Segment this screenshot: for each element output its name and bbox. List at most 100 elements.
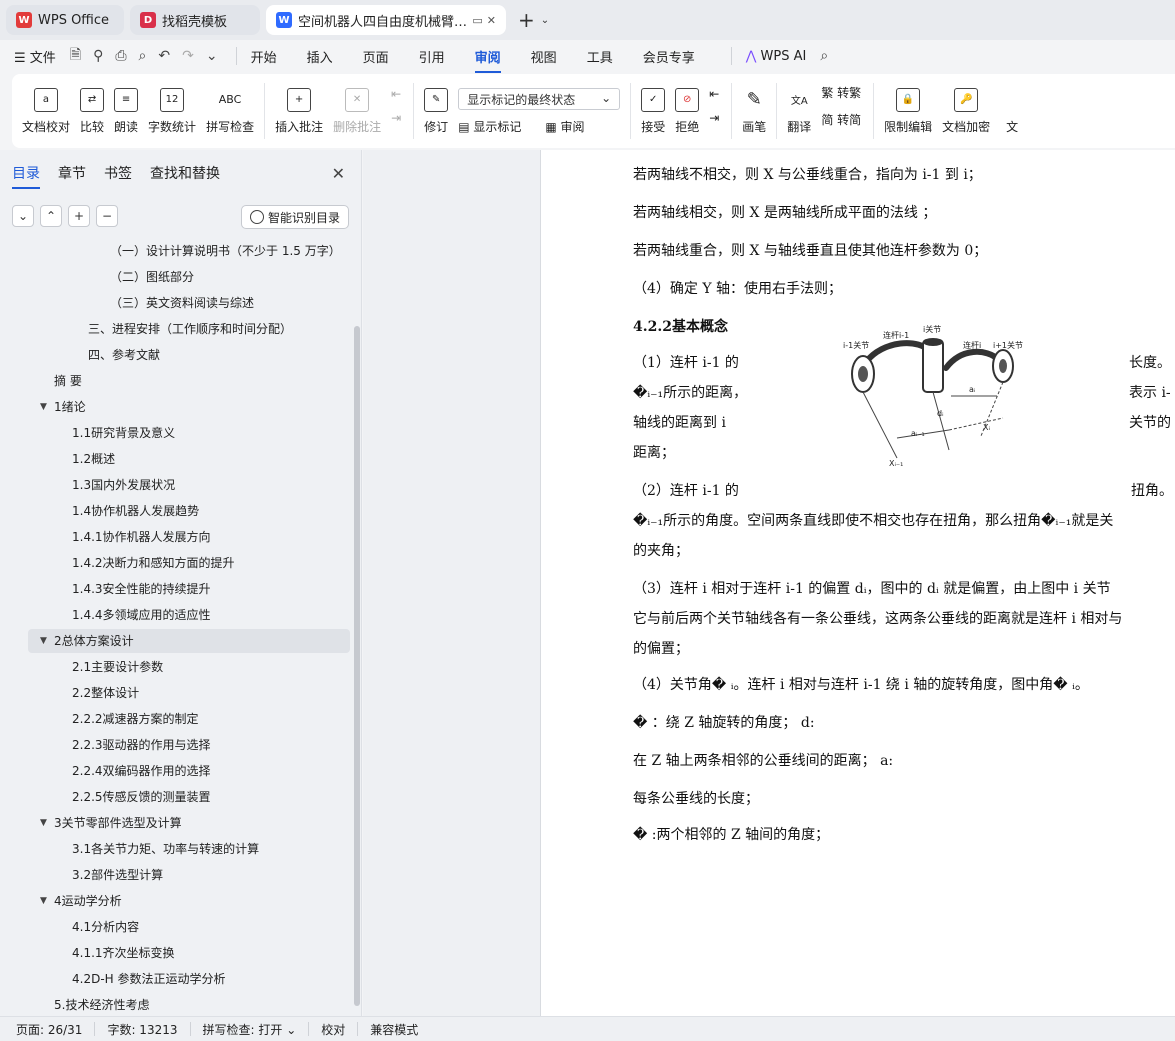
toc-item[interactable]: （三）英文资料阅读与综述	[110, 290, 254, 316]
toc-item[interactable]: 1.4.4多领域应用的适应性	[72, 602, 211, 628]
expand-chevron-up-icon[interactable]: ⌃	[40, 205, 62, 227]
restrict-edit-button[interactable]: 🔒 限制编辑	[884, 87, 932, 135]
display-mode-select[interactable]: 显示标记的最终状态 ⌄	[458, 87, 621, 110]
expand-triangle-icon[interactable]: ▼	[40, 810, 47, 836]
menu-tab-insert[interactable]: 插入	[307, 47, 333, 66]
toc-item[interactable]: （一）设计计算说明书（不少于 1.5 万字）	[110, 238, 341, 264]
toc-item[interactable]: ▼ 3关节零部件选型及计算	[40, 810, 182, 836]
reject-button[interactable]: ⊘ 拒绝	[675, 87, 699, 135]
tab-find-replace[interactable]: 查找和替换	[150, 163, 220, 183]
toc-item[interactable]: 2.1主要设计参数	[72, 654, 163, 680]
tab-bookmarks[interactable]: 书签	[104, 163, 132, 183]
tab-document[interactable]: W 空间机器人四自由度机械臂的设计 ▭ ✕	[266, 5, 506, 35]
toc-item[interactable]: 1.2概述	[72, 446, 115, 472]
toc-item[interactable]: 3.1各关节力矩、功率与转速的计算	[72, 836, 259, 862]
to-traditional-button[interactable]: 繁 转繁	[821, 84, 861, 101]
menu-tab-page[interactable]: 页面	[363, 47, 389, 66]
tab-wps-office[interactable]: W WPS Office	[6, 5, 124, 35]
word-count-button[interactable]: 12 字数统计	[148, 87, 196, 135]
toc-item[interactable]: 三、进程安排（工作顺序和时间分配）	[88, 316, 292, 342]
toc-item[interactable]: 四、参考文献	[88, 342, 160, 368]
toc-item[interactable]: 1.3国内外发展状况	[72, 472, 175, 498]
word-count[interactable]: 字数: 13213	[107, 1021, 177, 1038]
tab-toc[interactable]: 目录	[12, 163, 40, 189]
toc-item[interactable]: ▼ 4运动学分析	[40, 888, 122, 914]
accept-button[interactable]: ✓ 接受	[641, 87, 665, 135]
next-revision-icon[interactable]: ⇥	[709, 111, 719, 125]
tab-template[interactable]: D 找稻壳模板	[130, 5, 260, 35]
document-page[interactable]: i-1关节 连杆i-1 i关节 连杆i i+1关节 aᵢ₋₁ dᵢ aᵢ Xᵢ₋…	[540, 150, 1175, 1016]
menu-tab-references[interactable]: 引用	[419, 47, 445, 66]
search-icon[interactable]: ⌕	[820, 48, 828, 64]
prev-revision-icon[interactable]: ⇤	[709, 87, 719, 101]
toc-item-label: （三）英文资料阅读与综述	[110, 296, 255, 310]
doc-encrypt-button[interactable]: 🔑 文档加密	[942, 87, 990, 135]
prev-comment-icon[interactable]: ⇤	[391, 87, 401, 101]
proofread-button[interactable]: 校对	[321, 1021, 345, 1038]
to-simplified-button[interactable]: 简 转简	[821, 111, 861, 128]
expand-triangle-icon[interactable]: ▼	[40, 628, 47, 654]
toc-item[interactable]: 1.4.2决断力和感知方面的提升	[72, 550, 235, 576]
compare-icon: ⇄	[80, 87, 105, 112]
smart-toc-button[interactable]: 智能识别目录	[240, 205, 349, 229]
tab-list-chevron-icon[interactable]: ⌄	[541, 15, 549, 26]
menu-tab-member[interactable]: 会员专享	[643, 47, 695, 66]
revise-button[interactable]: ✎ 修订	[424, 87, 448, 135]
print-preview-icon[interactable]: ⌕	[139, 48, 147, 64]
page-indicator[interactable]: 页面: 26/31	[16, 1021, 82, 1038]
expand-triangle-icon[interactable]: ▼	[40, 888, 47, 914]
pen-button[interactable]: ✎ 画笔	[742, 88, 766, 135]
toc-item[interactable]: 4.2D-H 参数法正运动学分析	[72, 966, 226, 992]
menu-tab-tools[interactable]: 工具	[587, 47, 613, 66]
doc-check-button[interactable]: a 文档校对	[22, 87, 70, 135]
toc-item[interactable]: 5.技术经济性考虑	[54, 992, 149, 1016]
menu-tab-home[interactable]: 开始	[251, 47, 277, 66]
delete-comment-button[interactable]: ✕ 删除批注	[333, 87, 381, 135]
toc-item[interactable]: 2.2.5传感反馈的测量装置	[72, 784, 211, 810]
show-markup-button[interactable]: ▤ 显示标记	[458, 118, 533, 135]
toc-item[interactable]: ▼ 1绪论	[40, 394, 86, 420]
read-aloud-button[interactable]: ≡ 朗读	[114, 87, 138, 135]
add-heading-icon[interactable]: +	[68, 205, 90, 227]
close-tab-icon[interactable]: ✕	[487, 14, 496, 27]
expand-triangle-icon[interactable]: ▼	[40, 394, 47, 420]
more-ribbon-button[interactable]: 文	[1000, 88, 1024, 135]
toc-item[interactable]: 2.2.4双编码器作用的选择	[72, 758, 211, 784]
toc-item[interactable]: 2.2整体设计	[72, 680, 139, 706]
toc-item[interactable]: ▼ 2总体方案设计	[40, 628, 134, 654]
spell-check-button[interactable]: ABC 拼写检查	[206, 88, 254, 135]
print-icon[interactable]: ⎙	[115, 48, 126, 64]
file-menu[interactable]: ☰ 文件	[14, 47, 56, 66]
toc-item[interactable]: 1.1研究背景及意义	[72, 420, 175, 446]
toc-scrollbar[interactable]	[354, 326, 360, 1006]
spell-check-status[interactable]: 拼写检查: 打开 ⌄	[203, 1021, 297, 1038]
toc-item[interactable]: 1.4协作机器人发展趋势	[72, 498, 199, 524]
tab-chapters[interactable]: 章节	[58, 163, 86, 183]
toc-item[interactable]: 1.4.1协作机器人发展方向	[72, 524, 211, 550]
undo-icon[interactable]: ↶	[158, 48, 170, 64]
redo-icon[interactable]: ↷	[182, 48, 194, 64]
toc-item[interactable]: 2.2.2减速器方案的制定	[72, 706, 199, 732]
remove-heading-icon[interactable]: −	[96, 205, 118, 227]
toc-item[interactable]: 摘 要	[54, 368, 82, 394]
toc-item[interactable]: 1.4.3安全性能的持续提升	[72, 576, 211, 602]
insert-comment-button[interactable]: + 插入批注	[275, 87, 323, 135]
review-pane-button[interactable]: ▦ 审阅	[545, 118, 596, 135]
toc-item[interactable]: （二）图纸部分	[110, 264, 194, 290]
toc-item[interactable]: 4.1.1齐次坐标变换	[72, 940, 175, 966]
toc-item[interactable]: 2.2.3驱动器的作用与选择	[72, 732, 211, 758]
more-chevron-icon[interactable]: ⌄	[206, 48, 218, 64]
menu-tab-view[interactable]: 视图	[531, 47, 557, 66]
next-comment-icon[interactable]: ⇥	[391, 111, 401, 125]
toc-item[interactable]: 4.1分析内容	[72, 914, 139, 940]
new-tab-button[interactable]: +	[518, 8, 535, 32]
compare-button[interactable]: ⇄ 比较	[80, 87, 105, 135]
close-icon[interactable]: ✕	[332, 164, 345, 183]
toc-item[interactable]: 3.2部件选型计算	[72, 862, 163, 888]
share-icon[interactable]: ⚲	[93, 48, 103, 64]
save-icon[interactable]: 🗎	[70, 44, 81, 68]
collapse-chevron-down-icon[interactable]: ⌄	[12, 205, 34, 227]
menu-tab-review[interactable]: 审阅	[474, 47, 501, 73]
translate-button[interactable]: 文A 翻译	[787, 88, 811, 135]
wps-ai-button[interactable]: ⋀ WPS AI	[746, 49, 807, 64]
